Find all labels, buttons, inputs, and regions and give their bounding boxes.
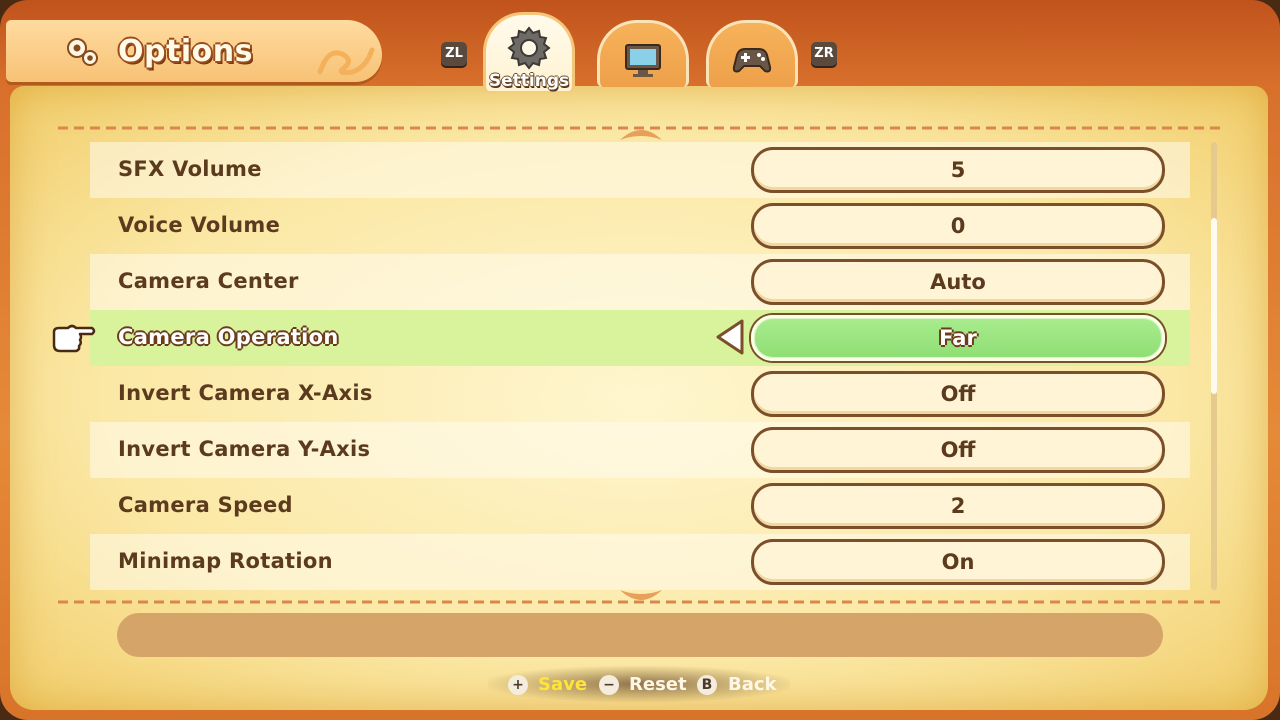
reset-button[interactable]: Reset: [629, 674, 687, 695]
gear-icon: [67, 38, 98, 66]
tab-display[interactable]: [597, 20, 689, 87]
description-box: [117, 613, 1163, 657]
setting-label: Voice Volume: [118, 213, 281, 237]
setting-label: Camera Center: [118, 269, 299, 293]
setting-row-sfx-volume[interactable]: SFX Volume 5: [90, 142, 1190, 198]
setting-value[interactable]: Far: [751, 315, 1165, 361]
setting-label: Invert Camera X-Axis: [118, 381, 373, 405]
setting-row-invert-y[interactable]: Invert Camera Y-Axis Off: [90, 422, 1190, 478]
hand-pointer-icon: [52, 324, 96, 353]
setting-value[interactable]: 5: [751, 147, 1165, 193]
scrollbar-thumb[interactable]: [1211, 218, 1217, 394]
back-button[interactable]: Back: [728, 674, 777, 695]
setting-value[interactable]: Off: [751, 371, 1165, 417]
tab-controls[interactable]: [706, 20, 798, 87]
tab-label-settings: Settings: [488, 71, 570, 91]
zr-button-hint: ZR: [811, 42, 837, 66]
setting-row-minimap-rotation[interactable]: Minimap Rotation On: [90, 534, 1190, 590]
zl-button-hint: ZL: [441, 42, 467, 66]
setting-value[interactable]: On: [751, 539, 1165, 585]
emblem-icon: [317, 47, 375, 75]
header-banner: Options: [6, 20, 382, 82]
setting-row-voice-volume[interactable]: Voice Volume 0: [90, 198, 1190, 254]
setting-label: SFX Volume: [118, 157, 262, 181]
setting-row-camera-operation[interactable]: Camera Operation Far: [90, 310, 1190, 366]
scroll-down-arrow[interactable]: [618, 590, 664, 606]
gamepad-icon: [732, 48, 772, 73]
monitor-icon: [625, 44, 661, 77]
setting-label: Invert Camera Y-Axis: [118, 437, 371, 461]
b-button-icon: B: [697, 675, 717, 695]
setting-label: Camera Speed: [118, 493, 293, 517]
minus-button-icon: −: [599, 675, 619, 695]
setting-value[interactable]: 2: [751, 483, 1165, 529]
setting-label: Camera Operation: [118, 325, 339, 349]
setting-value[interactable]: Off: [751, 427, 1165, 473]
save-button[interactable]: Save: [538, 674, 587, 695]
setting-value[interactable]: Auto: [751, 259, 1165, 305]
tab-settings[interactable]: Settings: [483, 12, 575, 91]
setting-row-camera-speed[interactable]: Camera Speed 2: [90, 478, 1190, 534]
setting-row-camera-center[interactable]: Camera Center Auto: [90, 254, 1190, 310]
setting-row-invert-x[interactable]: Invert Camera X-Axis Off: [90, 366, 1190, 422]
footer-controls: + Save − Reset B Back: [488, 666, 790, 702]
page-title: Options: [118, 34, 253, 69]
setting-label: Minimap Rotation: [118, 549, 333, 573]
gear-icon: [507, 26, 551, 70]
plus-button-icon: +: [508, 675, 528, 695]
scrollbar[interactable]: [1211, 142, 1217, 590]
left-arrow-icon[interactable]: [714, 318, 746, 356]
setting-value[interactable]: 0: [751, 203, 1165, 249]
scroll-up-arrow[interactable]: [618, 124, 664, 140]
